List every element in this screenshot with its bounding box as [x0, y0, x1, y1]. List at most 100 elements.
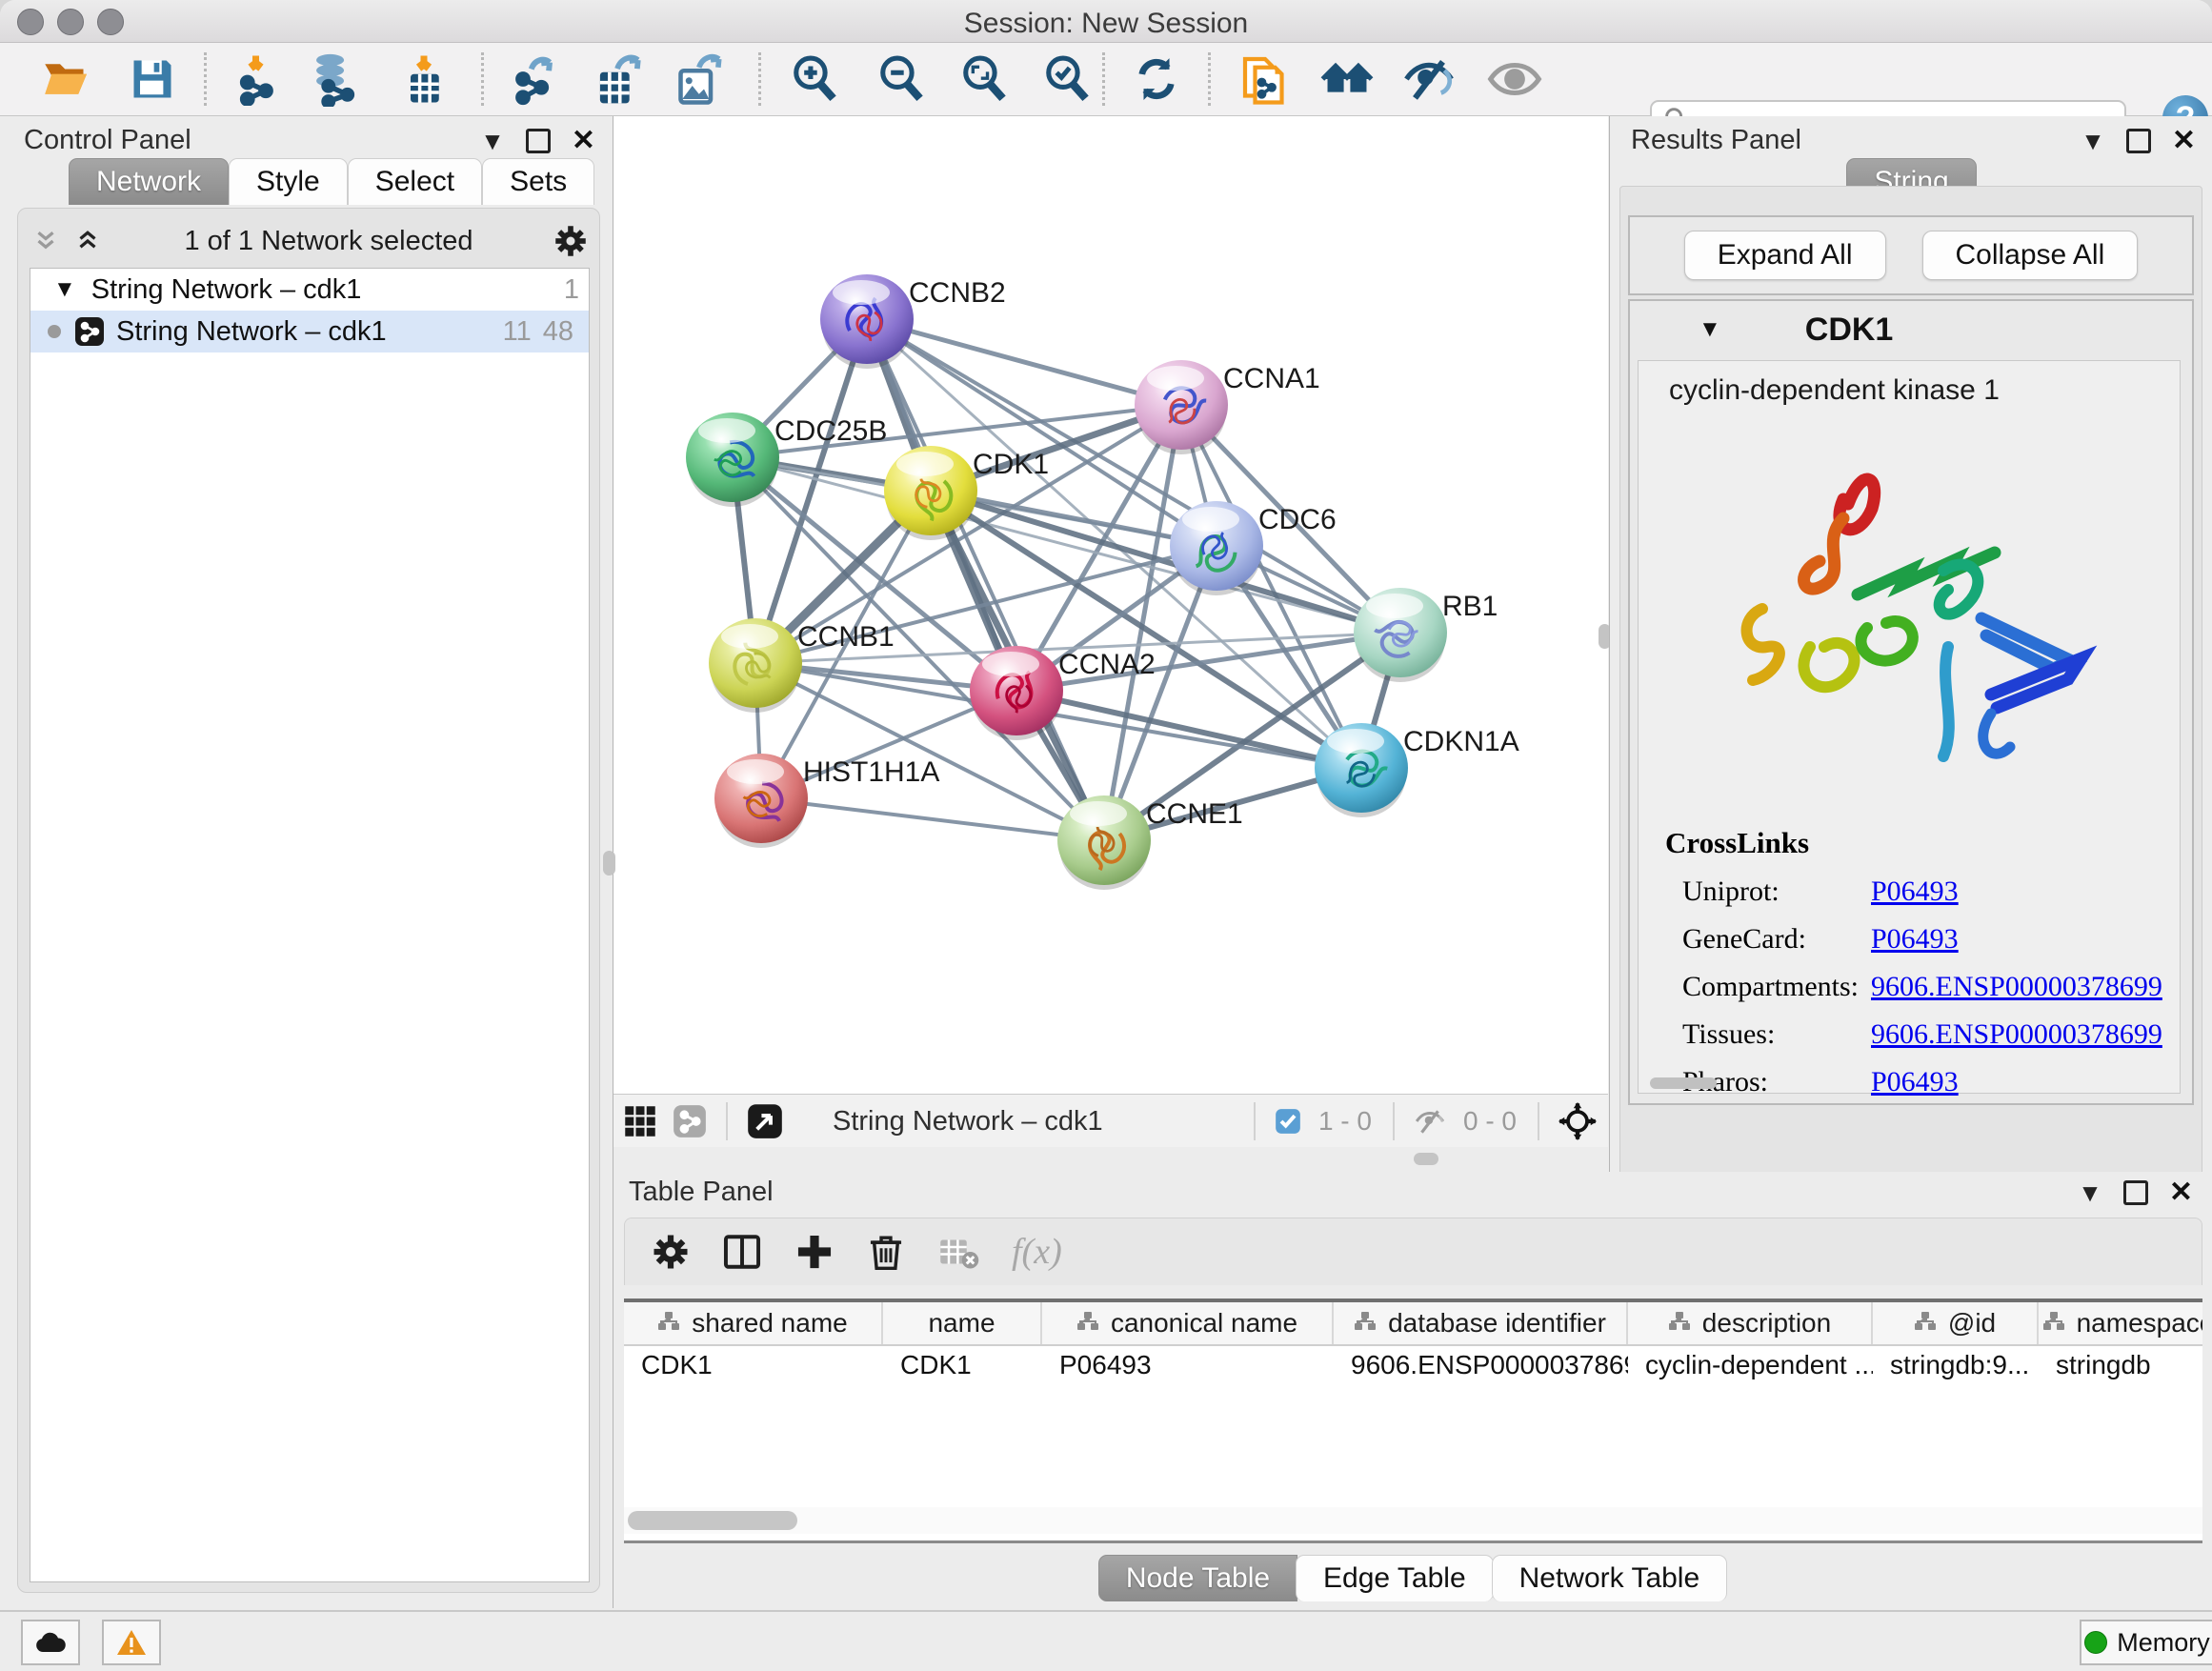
- crosslink-link[interactable]: P06493: [1871, 923, 1959, 956]
- export-network-button[interactable]: [508, 50, 565, 108]
- node-HIST1H1A[interactable]: [714, 754, 808, 848]
- scrollbar-thumb[interactable]: [628, 1511, 797, 1530]
- zoom-fit-button[interactable]: [956, 50, 1014, 108]
- column-header--id[interactable]: @id: [1873, 1302, 2039, 1344]
- panel-menu-icon[interactable]: ▼: [2078, 1180, 2102, 1205]
- cloud-status-button[interactable]: [21, 1620, 80, 1665]
- tab-network[interactable]: Network: [69, 158, 229, 205]
- tab-style[interactable]: Style: [229, 158, 348, 205]
- left-splitter-handle[interactable]: [603, 851, 615, 876]
- table-cell[interactable]: P06493: [1042, 1350, 1334, 1380]
- table-cell[interactable]: CDK1: [883, 1350, 1042, 1380]
- node-CCNB1[interactable]: [709, 618, 802, 713]
- table-cell[interactable]: 9606.ENSP00000378699: [1334, 1350, 1628, 1380]
- gene-section-header[interactable]: ▼ CDK1: [1630, 301, 2192, 358]
- column-header-namespace[interactable]: namespace: [2039, 1302, 2202, 1344]
- close-panel-icon[interactable]: ✕: [2169, 1176, 2193, 1209]
- string-network-graph[interactable]: CCNB2CCNA1CDC25BCDK1CDC6RB1CCNB1CCNA2CDK…: [613, 116, 1608, 1094]
- collapse-triangle-icon[interactable]: ▼: [1699, 316, 1721, 343]
- memory-button[interactable]: Memory: [2080, 1620, 2212, 1665]
- node-CCNE1[interactable]: [1057, 795, 1151, 890]
- import-network-file-button[interactable]: [231, 50, 288, 108]
- column-header-canonical-name[interactable]: canonical name: [1042, 1302, 1334, 1344]
- zoom-out-icon: [876, 53, 928, 105]
- collapse-all-icon[interactable]: [30, 227, 62, 255]
- tab-node-table[interactable]: Node Table: [1098, 1555, 1297, 1601]
- import-table-button[interactable]: [395, 50, 452, 108]
- table-cell[interactable]: CDK1: [624, 1350, 883, 1380]
- delete-table-icon[interactable]: [937, 1233, 979, 1271]
- crosslink-link[interactable]: 9606.ENSP00000378699: [1871, 1018, 2162, 1051]
- panel-menu-icon[interactable]: ▼: [2081, 129, 2105, 153]
- grid-view-icon[interactable]: [623, 1104, 657, 1138]
- zoom-selected-button[interactable]: [1039, 50, 1096, 108]
- tab-select[interactable]: Select: [348, 158, 482, 205]
- float-panel-icon[interactable]: [526, 129, 551, 153]
- function-builder-icon[interactable]: f(x): [1012, 1231, 1062, 1273]
- save-session-button[interactable]: [124, 50, 181, 108]
- create-column-icon[interactable]: [794, 1232, 835, 1272]
- node-CCNB2[interactable]: [820, 274, 914, 369]
- close-panel-icon[interactable]: ✕: [572, 124, 595, 157]
- collapse-triangle-icon[interactable]: ▼: [53, 276, 76, 303]
- string-documents-button[interactable]: [1237, 50, 1294, 108]
- table-horizontal-scrollbar[interactable]: [624, 1507, 2202, 1534]
- results-scrollbar[interactable]: [1650, 1077, 1717, 1089]
- node-CDC6[interactable]: [1170, 501, 1263, 595]
- delete-column-icon[interactable]: [867, 1232, 905, 1272]
- expand-all-icon[interactable]: [71, 227, 104, 255]
- table-cell[interactable]: stringdb:9...: [1873, 1350, 2039, 1380]
- node-CCNA2[interactable]: [970, 646, 1063, 740]
- node-CDK1[interactable]: [884, 446, 977, 540]
- float-panel-icon[interactable]: [2126, 129, 2151, 153]
- table-settings-gear-icon[interactable]: [652, 1233, 690, 1271]
- edge-HIST1H1A-CCNE1[interactable]: [761, 798, 1104, 840]
- column-header-name[interactable]: name: [883, 1302, 1042, 1344]
- network-view-canvas[interactable]: CCNB2CCNA1CDC25BCDK1CDC6RB1CCNB1CCNA2CDK…: [613, 116, 1608, 1094]
- column-header-shared-name[interactable]: shared name: [624, 1302, 883, 1344]
- show-columns-icon[interactable]: [722, 1232, 762, 1272]
- network-row[interactable]: String Network – cdk1 11 48: [30, 311, 589, 352]
- crosslink-link[interactable]: 9606.ENSP00000378699: [1871, 971, 2162, 1003]
- node-CCNA1[interactable]: [1135, 360, 1228, 454]
- hidden-eye-icon[interactable]: [1414, 1105, 1446, 1137]
- import-network-database-button[interactable]: [307, 50, 364, 108]
- float-panel-icon[interactable]: [2123, 1180, 2148, 1205]
- open-session-button[interactable]: [38, 50, 95, 108]
- crosslink-link[interactable]: P06493: [1871, 1066, 1959, 1098]
- warning-button[interactable]: [102, 1620, 161, 1665]
- table-cell[interactable]: cyclin-dependent ...: [1628, 1350, 1873, 1380]
- export-table-button[interactable]: [589, 50, 646, 108]
- collapse-all-button[interactable]: Collapse All: [1922, 231, 2139, 280]
- refresh-button[interactable]: [1128, 50, 1185, 108]
- hide-selected-button[interactable]: [1400, 50, 1458, 108]
- node-RB1[interactable]: [1354, 588, 1447, 682]
- network-collection-row[interactable]: ▼ String Network – cdk1 1: [30, 269, 589, 311]
- node-CDC25B[interactable]: [686, 413, 779, 507]
- show-all-button[interactable]: [1486, 50, 1543, 108]
- node-CDKN1A[interactable]: [1315, 723, 1408, 817]
- tab-network-table[interactable]: Network Table: [1492, 1555, 1728, 1601]
- column-header-database-identifier[interactable]: database identifier: [1334, 1302, 1628, 1344]
- home-button[interactable]: [1318, 50, 1376, 108]
- edge-CCNA2-CDKN1A[interactable]: [1016, 691, 1361, 768]
- crosshair-icon[interactable]: [1558, 1102, 1597, 1140]
- panel-menu-icon[interactable]: ▼: [480, 129, 505, 153]
- table-row[interactable]: CDK1CDK1P064939606.ENSP00000378699cyclin…: [624, 1346, 2202, 1384]
- crosslink-link[interactable]: P06493: [1871, 876, 1959, 908]
- export-image-icon: [671, 52, 724, 106]
- close-panel-icon[interactable]: ✕: [2172, 124, 2196, 157]
- export-image-button[interactable]: [669, 50, 726, 108]
- network-options-gear-icon[interactable]: [553, 224, 588, 258]
- splitter-handle[interactable]: [1414, 1153, 1438, 1165]
- zoom-in-button[interactable]: [787, 50, 844, 108]
- column-header-description[interactable]: description: [1628, 1302, 1873, 1344]
- expand-all-button[interactable]: Expand All: [1684, 231, 1886, 280]
- tab-edge-table[interactable]: Edge Table: [1296, 1555, 1494, 1601]
- tab-sets[interactable]: Sets: [482, 158, 594, 205]
- table-cell[interactable]: stringdb: [2039, 1350, 2202, 1380]
- zoom-out-button[interactable]: [874, 50, 931, 108]
- selected-checkbox[interactable]: [1275, 1108, 1301, 1135]
- share-view-icon[interactable]: [673, 1104, 707, 1138]
- birdseye-icon[interactable]: [747, 1103, 783, 1139]
